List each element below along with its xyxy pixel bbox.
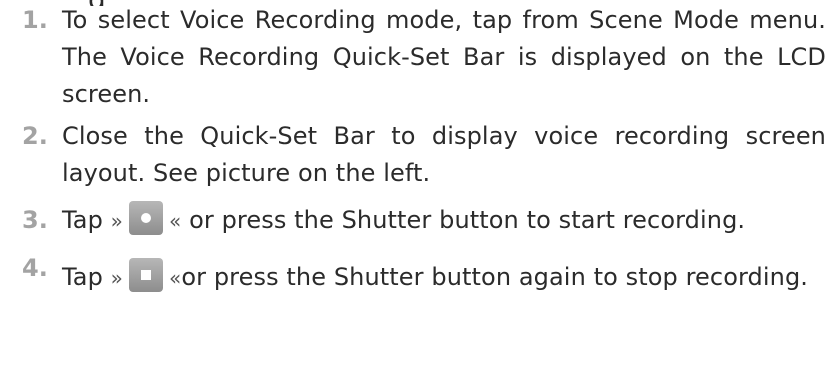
step-number: 4. — [22, 254, 49, 282]
step-text: Tap » « or press the Shutter button to st… — [62, 201, 826, 240]
step-number: 1. — [22, 6, 49, 34]
step-text-after: or press the Shutter button again to sto… — [181, 263, 809, 291]
step-text: Tap » «or press the Shutter button again … — [62, 250, 826, 305]
step-text-after: or press the Shutter button to start rec… — [189, 206, 746, 234]
guillemet-close: « — [169, 266, 182, 290]
instruction-steps: 1. To select Voice Recording mode, tap f… — [0, 2, 834, 305]
step-text: Close the Quick-Set Bar to display voice… — [62, 122, 826, 187]
guillemet-open: » — [110, 266, 124, 290]
stop-icon — [129, 258, 164, 292]
step-text-before: Tap — [62, 263, 103, 291]
step-number: 2. — [22, 122, 49, 150]
guillemet-close: « — [169, 209, 182, 233]
step-text: To select Voice Recording mode, tap from… — [62, 6, 826, 108]
step-item: 2. Close the Quick-Set Bar to display vo… — [0, 118, 834, 192]
step-item: 3. Tap » « or press the Shutter button to… — [0, 201, 834, 240]
step-number: 3. — [22, 206, 49, 234]
record-icon — [129, 201, 164, 235]
step-item: 4. Tap » «or press the Shutter button aga… — [0, 250, 834, 305]
guillemet-open: » — [110, 209, 124, 233]
step-item: 1. To select Voice Recording mode, tap f… — [0, 2, 834, 113]
step-text-before: Tap — [62, 206, 103, 234]
